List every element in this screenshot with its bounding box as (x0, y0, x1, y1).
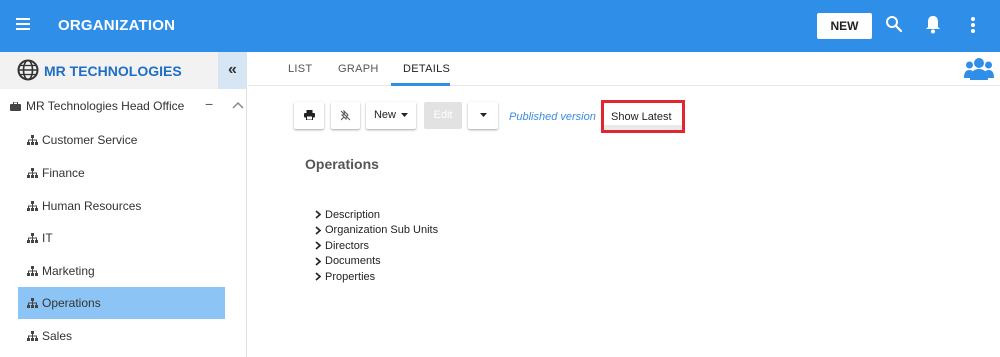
tab-graph[interactable]: GRAPH (338, 63, 379, 75)
chevron-right-icon (315, 210, 321, 219)
new-dropdown-label: New (373, 109, 396, 121)
sidebar-item-marketing[interactable]: Marketing (18, 255, 225, 287)
tree-root-head-office[interactable]: MR Technologies Head Office (10, 99, 184, 113)
sidebar-item-label: Marketing (42, 264, 95, 278)
detail-item-properties[interactable]: Properties (315, 269, 438, 285)
active-tab-indicator (391, 83, 450, 86)
print-icon (303, 110, 315, 121)
menu-icon[interactable] (16, 18, 30, 30)
chevron-right-icon (315, 257, 321, 266)
detail-item-label: Directors (325, 239, 370, 252)
sidebar-item-label: Sales (42, 329, 73, 343)
detail-item-description[interactable]: Description (315, 207, 438, 223)
details-title: Operations (305, 156, 379, 172)
sitemap-icon (27, 233, 38, 243)
sidebar-item-finance[interactable]: Finance (18, 157, 225, 189)
caret-down-icon (479, 113, 487, 118)
org-header: MR TECHNOLOGIES « (0, 52, 247, 89)
scroll-up-chevron-icon[interactable] (232, 100, 244, 110)
detail-item-label: Organization Sub Units (325, 224, 439, 237)
sitemap-icon (27, 168, 38, 178)
tab-list[interactable]: LIST (288, 63, 312, 75)
org-name: MR TECHNOLOGIES (44, 63, 182, 79)
chevron-right-icon (315, 241, 321, 250)
print-button[interactable] (294, 102, 324, 129)
button-shade (604, 125, 682, 130)
new-dropdown-button[interactable]: New (366, 102, 416, 129)
sidebar-item-label: Operations (42, 296, 101, 310)
sitemap-icon (27, 266, 38, 276)
sidebar-item-label: Finance (42, 166, 85, 180)
globe-icon (17, 59, 39, 81)
sidebar-item-sales[interactable]: Sales (18, 320, 225, 352)
tab-details[interactable]: DETAILS (403, 63, 450, 75)
sitemap-icon (27, 201, 38, 211)
unpin-icon (340, 109, 351, 120)
sidebar-item-label: Human Resources (42, 199, 142, 213)
new-button[interactable]: NEW (817, 13, 872, 39)
sidebar-item-label: Customer Service (42, 133, 138, 147)
chevron-right-icon (315, 226, 321, 235)
detail-item-label: Properties (325, 270, 376, 283)
sitemap-icon (27, 135, 38, 145)
sitemap-icon (27, 298, 38, 308)
sidebar-item-label: IT (42, 231, 53, 245)
sidebar: MR TECHNOLOGIES « MR Technologies Head O… (0, 52, 247, 357)
collapse-node-toggle[interactable]: − (205, 96, 213, 112)
sidebar-item-customer-service[interactable]: Customer Service (18, 124, 225, 156)
tab-bar: LIST GRAPH DETAILS (248, 52, 1000, 86)
show-latest-label: Show Latest (611, 111, 672, 123)
more-vert-icon[interactable] (968, 15, 978, 35)
sidebar-item-human-resources[interactable]: Human Resources (18, 190, 225, 222)
top-app-bar: ORGANIZATION NEW (0, 0, 1000, 52)
show-latest-button[interactable]: Show Latest (601, 100, 685, 133)
tree-root-label: MR Technologies Head Office (26, 99, 185, 113)
details-list: Description Organization Sub Units Direc… (315, 207, 438, 285)
detail-item-documents[interactable]: Documents (315, 254, 438, 270)
detail-item-label: Documents (325, 255, 381, 268)
briefcase-icon (10, 101, 21, 111)
options-dropdown-button[interactable] (468, 102, 498, 129)
detail-item-sub-units[interactable]: Organization Sub Units (315, 223, 438, 239)
edit-button[interactable]: Edit (424, 102, 462, 129)
unpin-button[interactable] (331, 102, 360, 129)
published-version-label: Published version (509, 111, 596, 123)
search-icon[interactable] (885, 15, 903, 33)
bell-icon[interactable] (924, 14, 942, 34)
collapse-sidebar-button[interactable]: « (218, 52, 247, 89)
caret-down-icon (401, 113, 409, 118)
page-title: ORGANIZATION (58, 17, 176, 34)
users-group-icon[interactable] (964, 56, 994, 82)
main-content: LIST GRAPH DETAILS New Edit Published ve… (248, 52, 1000, 357)
sidebar-item-it[interactable]: IT (18, 222, 225, 254)
sitemap-icon (27, 331, 38, 341)
chevron-right-icon (315, 272, 321, 281)
sidebar-item-operations[interactable]: Operations (18, 287, 225, 319)
detail-item-directors[interactable]: Directors (315, 238, 438, 254)
detail-item-label: Description (325, 208, 381, 221)
